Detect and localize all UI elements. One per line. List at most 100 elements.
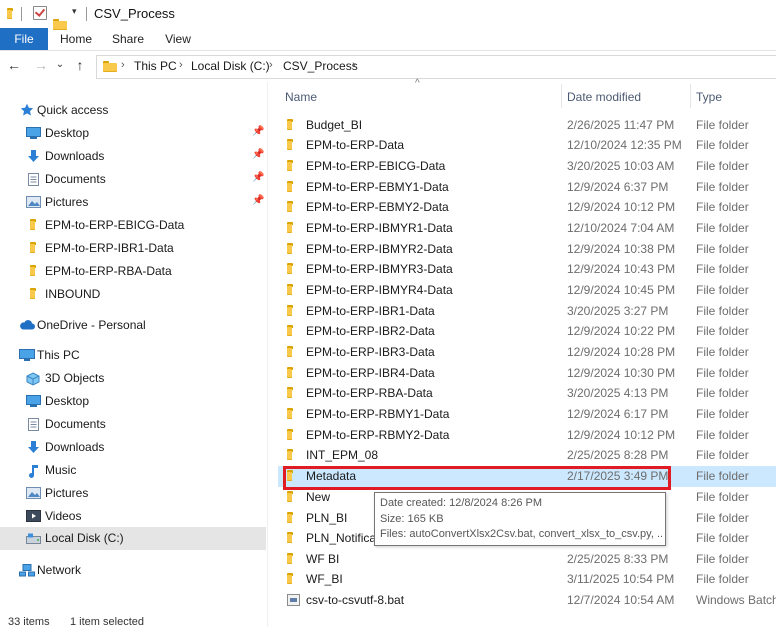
file-row[interactable]: EPM-to-ERP-EBMY2-Data 12/9/2024 10:12 PM F… [278, 197, 776, 218]
breadcrumb-local-disk[interactable]: Local Disk (C:) [191, 59, 270, 73]
tab-view[interactable]: View [152, 28, 204, 50]
file-row[interactable]: EPM-to-ERP-IBMYR2-Data 12/9/2024 10:38 PM… [278, 239, 776, 260]
file-row-selected[interactable]: Metadata 2/17/2025 3:49 PM File folder [278, 466, 776, 487]
sidebar-item-quick-access[interactable]: Quick access [0, 99, 266, 122]
file-name: EPM-to-ERP-IBR3-Data [306, 345, 435, 359]
column-header-date-modified[interactable]: Date modified [562, 84, 690, 108]
file-row[interactable]: EPM-to-ERP-IBR3-Data 12/9/2024 10:28 PM Fi… [278, 342, 776, 363]
file-row[interactable]: EPM-to-ERP-IBR4-Data 12/9/2024 10:30 PM Fi… [278, 363, 776, 384]
sidebar-item-local-disk[interactable]: Local Disk (C:) [0, 527, 266, 550]
recent-locations-button[interactable]: ⌄ [52, 57, 68, 73]
file-row[interactable]: EPM-to-ERP-IBR2-Data 12/9/2024 10:22 PM Fi… [278, 321, 776, 342]
pin-icon[interactable]: 📌 [252, 126, 264, 137]
column-label: Name [285, 90, 318, 104]
sidebar-item-onedrive[interactable]: OneDrive - Personal [0, 314, 266, 337]
breadcrumb-separator[interactable]: › [179, 59, 183, 71]
local-disk-icon [26, 533, 41, 544]
breadcrumb-separator[interactable]: › [121, 59, 125, 71]
file-row[interactable]: WF BI 2/25/2025 8:33 PM File folder [278, 549, 776, 570]
pane-divider[interactable] [267, 82, 268, 627]
file-row[interactable]: csv-to-csvutf-8.bat 12/7/2024 10:54 AM Win… [278, 590, 776, 611]
sidebar-item-pc-documents[interactable]: Documents [0, 413, 266, 436]
forward-button[interactable]: → [33, 57, 49, 73]
sidebar-label: Documents [45, 172, 106, 186]
file-name: EPM-to-ERP-IBR4-Data [306, 366, 435, 380]
file-row[interactable]: EPM-to-ERP-IBMYR1-Data 12/10/2024 7:04 AM… [278, 218, 776, 239]
column-header-name[interactable]: Name [278, 84, 561, 108]
folder-icon [7, 8, 13, 19]
sidebar-item-pc-desktop[interactable]: Desktop [0, 390, 266, 413]
file-name: WF_BI [306, 572, 343, 586]
file-row[interactable]: EPM-to-ERP-RBA-Data 3/20/2025 4:13 PM File… [278, 383, 776, 404]
customize-toolbar-dropdown[interactable]: ▾ [72, 6, 77, 17]
file-row[interactable]: EPM-to-ERP-EBICG-Data 3/20/2025 10:03 AM F… [278, 156, 776, 177]
sidebar-item-network[interactable]: Network [0, 559, 266, 582]
folder-tooltip: Date created: 12/8/2024 8:26 PM Size: 16… [374, 492, 666, 546]
file-date: 12/9/2024 10:30 PM [567, 366, 676, 380]
file-type: Windows Batch [696, 593, 776, 607]
file-row[interactable]: EPM-to-ERP-RBMY2-Data 12/9/2024 10:12 PM F… [278, 425, 776, 446]
file-row[interactable]: EPM-to-ERP-EBMY1-Data 12/9/2024 6:37 PM Fi… [278, 177, 776, 198]
sidebar-item-desktop[interactable]: Desktop 📌 [0, 122, 266, 145]
window-title: CSV_Process [94, 6, 175, 21]
folder-icon [287, 429, 293, 440]
file-date: 12/9/2024 10:38 PM [567, 242, 676, 256]
breadcrumb-separator[interactable]: › [352, 59, 356, 71]
address-bar[interactable]: › This PC › Local Disk (C:) › CSV_Proces… [96, 55, 776, 79]
sidebar-item-epm-to-erp-ibr1-data[interactable]: EPM-to-ERP-IBR1-Data [0, 237, 266, 260]
sidebar-item-epm-to-erp-rba-data[interactable]: EPM-to-ERP-RBA-Data [0, 260, 266, 283]
folder-icon [287, 449, 293, 460]
file-row[interactable]: INT_EPM_08 2/25/2025 8:28 PM File folder [278, 445, 776, 466]
breadcrumb-separator[interactable]: › [269, 59, 273, 71]
sidebar-item-epm-to-erp-ebicg-data[interactable]: EPM-to-ERP-EBICG-Data [0, 214, 266, 237]
folder-icon [287, 408, 293, 419]
column-label: Type [696, 90, 723, 104]
file-row[interactable]: EPM-to-ERP-IBR1-Data 3/20/2025 3:27 PM Fil… [278, 301, 776, 322]
back-button[interactable]: ← [6, 57, 22, 73]
sidebar-label: OneDrive - Personal [37, 318, 146, 332]
file-type: File folder [696, 221, 749, 235]
pin-icon[interactable]: 📌 [252, 172, 264, 183]
sidebar-item-3d-objects[interactable]: 3D Objects [0, 367, 266, 390]
folder-icon [287, 470, 293, 481]
status-item-count: 33 items [8, 616, 50, 628]
file-date: 12/9/2024 10:12 PM [567, 428, 676, 442]
pin-icon[interactable]: 📌 [252, 149, 264, 160]
sidebar-item-pc-pictures[interactable]: Pictures [0, 482, 266, 505]
sidebar-item-this-pc[interactable]: This PC [0, 344, 266, 367]
file-row[interactable]: EPM-to-ERP-RBMY1-Data 12/9/2024 6:17 PM Fi… [278, 404, 776, 425]
folder-icon [287, 263, 293, 274]
file-type: File folder [696, 262, 749, 276]
sidebar-item-downloads[interactable]: Downloads 📌 [0, 145, 266, 168]
file-row[interactable]: EPM-to-ERP-IBMYR4-Data 12/9/2024 10:45 PM… [278, 280, 776, 301]
column-header-type[interactable]: Type [691, 84, 776, 108]
breadcrumb-this-pc[interactable]: This PC [134, 59, 177, 73]
properties-icon[interactable] [33, 6, 47, 20]
file-date: 12/10/2024 7:04 AM [567, 221, 675, 235]
file-date: 12/9/2024 6:37 PM [567, 180, 669, 194]
pin-icon[interactable]: 📌 [252, 195, 264, 206]
file-row[interactable]: EPM-to-ERP-IBMYR3-Data 12/9/2024 10:43 PM… [278, 259, 776, 280]
tab-home[interactable]: Home [48, 28, 104, 50]
sidebar-item-inbound[interactable]: INBOUND [0, 283, 266, 306]
up-button[interactable]: ↑ [72, 57, 88, 73]
star-icon [20, 103, 34, 116]
status-bar: 33 items 1 item selected [0, 615, 776, 628]
sidebar-item-music[interactable]: Music [0, 459, 266, 482]
file-row[interactable]: EPM-to-ERP-Data 12/10/2024 12:35 PM File f… [278, 135, 776, 156]
file-row[interactable]: WF_BI 3/11/2025 10:54 PM File folder [278, 569, 776, 590]
file-name: EPM-to-ERP-RBA-Data [306, 386, 433, 400]
sidebar-item-pc-downloads[interactable]: Downloads [0, 436, 266, 459]
sidebar-label: Downloads [45, 149, 105, 163]
file-type: File folder [696, 345, 749, 359]
breadcrumb-csv-process[interactable]: CSV_Process [283, 59, 358, 73]
tooltip-size: Size: 165 KB [380, 513, 444, 525]
tab-share[interactable]: Share [104, 28, 152, 50]
sidebar-item-pictures[interactable]: Pictures 📌 [0, 191, 266, 214]
file-name: EPM-to-ERP-EBICG-Data [306, 159, 446, 173]
file-name: csv-to-csvutf-8.bat [306, 593, 405, 607]
file-row[interactable]: Budget_BI 2/26/2025 11:47 PM File folder [278, 115, 776, 136]
sidebar-item-documents[interactable]: Documents 📌 [0, 168, 266, 191]
tab-file[interactable]: File [0, 28, 48, 50]
sidebar-item-videos[interactable]: Videos [0, 505, 266, 528]
